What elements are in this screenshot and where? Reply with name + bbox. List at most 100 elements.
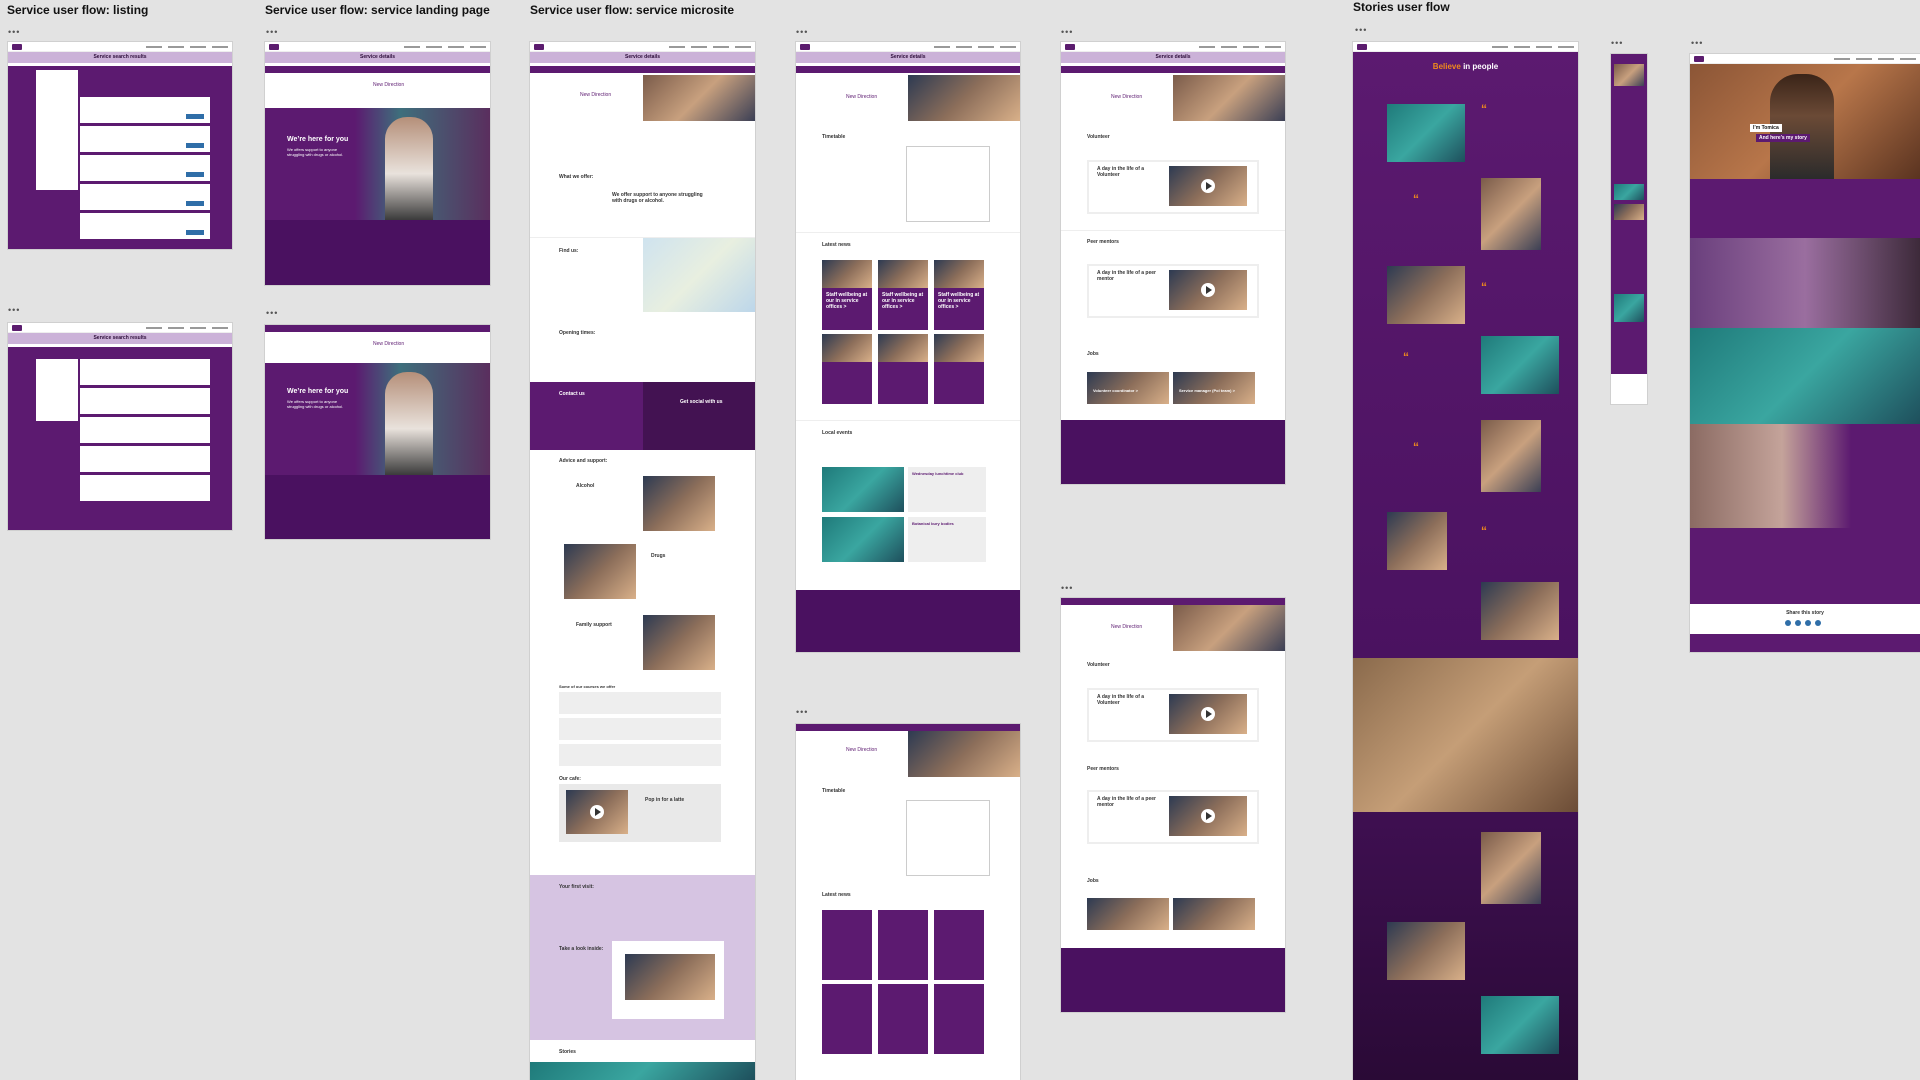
job-card[interactable] bbox=[1173, 898, 1255, 930]
news-card[interactable] bbox=[878, 910, 928, 980]
result-card[interactable] bbox=[80, 213, 210, 239]
frame-menu-icon[interactable]: ••• bbox=[8, 27, 20, 37]
hero-portrait bbox=[385, 372, 433, 475]
story-photo[interactable] bbox=[1387, 104, 1465, 162]
course-card[interactable] bbox=[559, 718, 721, 740]
quote-icon: “ bbox=[1481, 102, 1487, 116]
volunteer-frame-1[interactable]: Service details New Direction Volunteer … bbox=[1061, 42, 1285, 484]
course-card[interactable] bbox=[559, 744, 721, 766]
microsite-frame[interactable]: Service details New Direction What we of… bbox=[530, 42, 755, 1080]
result-card[interactable] bbox=[80, 475, 210, 501]
map[interactable] bbox=[643, 238, 755, 312]
story-photo[interactable] bbox=[1387, 922, 1465, 980]
tab-bar[interactable] bbox=[530, 66, 755, 73]
listing-frame-2[interactable]: Service search results bbox=[8, 323, 232, 530]
play-icon[interactable] bbox=[1201, 809, 1215, 823]
story-photo[interactable] bbox=[1481, 336, 1559, 394]
view-button[interactable] bbox=[186, 172, 204, 177]
page-header: Service details bbox=[796, 52, 1020, 63]
frame-menu-icon[interactable]: ••• bbox=[796, 27, 808, 37]
filter-panel[interactable] bbox=[36, 359, 78, 421]
story-title: A day in the life of a peer mentor bbox=[1097, 270, 1156, 282]
story-photo[interactable] bbox=[1481, 582, 1559, 640]
mobile-story-frame[interactable] bbox=[1611, 54, 1647, 404]
play-icon[interactable] bbox=[1201, 283, 1215, 297]
landing-frame-1[interactable]: Service details New Direction We’re here… bbox=[265, 42, 490, 285]
frame-menu-icon[interactable]: ••• bbox=[796, 707, 808, 717]
news-title: Staff wellbeing at our in service office… bbox=[826, 292, 868, 310]
frame-menu-icon[interactable]: ••• bbox=[1061, 583, 1073, 593]
view-button[interactable] bbox=[186, 230, 204, 235]
listing-frame-1[interactable]: Service search results bbox=[8, 42, 232, 249]
frame-menu-icon[interactable]: ••• bbox=[1061, 27, 1073, 37]
section-title: Peer mentors bbox=[1087, 766, 1119, 772]
story-photo bbox=[1614, 204, 1644, 220]
story-photo[interactable] bbox=[1481, 420, 1541, 492]
tab-bar[interactable] bbox=[1061, 598, 1285, 605]
timetable-frame-1[interactable]: Service details New Direction Timetable … bbox=[796, 42, 1020, 652]
event-title: Wednesday lunchtime club bbox=[912, 471, 964, 476]
tab-bar[interactable] bbox=[265, 325, 490, 332]
logo-icon bbox=[12, 43, 22, 50]
story-photo[interactable] bbox=[1481, 178, 1541, 250]
social-icon[interactable] bbox=[1785, 620, 1791, 626]
social-icon[interactable] bbox=[1815, 620, 1821, 626]
tomica-story-frame[interactable]: I’m Tomica And here’s my story Share thi… bbox=[1690, 54, 1920, 652]
news-card[interactable] bbox=[822, 910, 872, 980]
section-title: Our cafe: bbox=[559, 776, 581, 782]
social-icon[interactable] bbox=[1795, 620, 1801, 626]
tab-bar[interactable] bbox=[796, 724, 1020, 731]
job-card[interactable] bbox=[1087, 898, 1169, 930]
news-card[interactable] bbox=[878, 984, 928, 1054]
result-card[interactable] bbox=[80, 446, 210, 472]
social-icon[interactable] bbox=[1805, 620, 1811, 626]
site-nav bbox=[796, 42, 1020, 52]
frame-menu-icon[interactable]: ••• bbox=[266, 27, 278, 37]
result-card[interactable] bbox=[80, 97, 210, 123]
logo-icon bbox=[1694, 55, 1704, 62]
course-card[interactable] bbox=[559, 692, 721, 714]
play-icon[interactable] bbox=[1201, 707, 1215, 721]
frame-menu-icon[interactable]: ••• bbox=[1691, 38, 1703, 48]
view-button[interactable] bbox=[186, 201, 204, 206]
story-photo[interactable] bbox=[1481, 832, 1541, 904]
result-card[interactable] bbox=[80, 155, 210, 181]
story-photo[interactable] bbox=[1387, 512, 1447, 570]
play-icon[interactable] bbox=[1201, 179, 1215, 193]
tab-bar[interactable] bbox=[265, 66, 490, 73]
frame-menu-icon[interactable]: ••• bbox=[1611, 38, 1623, 48]
story-photo[interactable] bbox=[1387, 266, 1465, 324]
result-card[interactable] bbox=[80, 126, 210, 152]
play-icon[interactable] bbox=[590, 805, 604, 819]
volunteer-frame-2[interactable]: New Direction Volunteer A day in the lif… bbox=[1061, 598, 1285, 1012]
result-card[interactable] bbox=[80, 359, 210, 385]
story-photo[interactable] bbox=[1481, 996, 1559, 1054]
story-title: A day in the life of a Volunteer bbox=[1097, 166, 1145, 178]
result-card[interactable] bbox=[80, 184, 210, 210]
view-button[interactable] bbox=[186, 114, 204, 119]
feature-photo bbox=[1353, 658, 1578, 812]
timetable-widget[interactable] bbox=[906, 146, 990, 222]
page-header: Service search results bbox=[8, 52, 232, 63]
news-image bbox=[878, 260, 928, 288]
job-title: Volunteer coordinator > bbox=[1093, 388, 1138, 393]
result-card[interactable] bbox=[80, 388, 210, 414]
news-card[interactable] bbox=[822, 984, 872, 1054]
view-button[interactable] bbox=[186, 143, 204, 148]
frame-menu-icon[interactable]: ••• bbox=[1355, 25, 1367, 35]
news-card[interactable] bbox=[934, 910, 984, 980]
tab-bar[interactable] bbox=[1061, 66, 1285, 73]
timetable-frame-2[interactable]: New Direction Timetable Latest news bbox=[796, 724, 1020, 1080]
timetable-widget[interactable] bbox=[906, 800, 990, 876]
quote-icon: “ bbox=[1403, 350, 1409, 364]
result-card[interactable] bbox=[80, 417, 210, 443]
quote-icon: “ bbox=[1413, 192, 1419, 206]
news-card[interactable] bbox=[934, 984, 984, 1054]
landing-frame-2[interactable]: New Direction We’re here for you We offe… bbox=[265, 325, 490, 539]
frame-menu-icon[interactable]: ••• bbox=[8, 305, 20, 315]
frame-menu-icon[interactable]: ••• bbox=[266, 308, 278, 318]
filter-panel[interactable] bbox=[36, 70, 78, 190]
tab-bar[interactable] bbox=[796, 66, 1020, 73]
stories-frame[interactable]: Believe in people “ “ “ “ “ “ bbox=[1353, 42, 1578, 1080]
section-title: Volunteer bbox=[1087, 662, 1110, 668]
